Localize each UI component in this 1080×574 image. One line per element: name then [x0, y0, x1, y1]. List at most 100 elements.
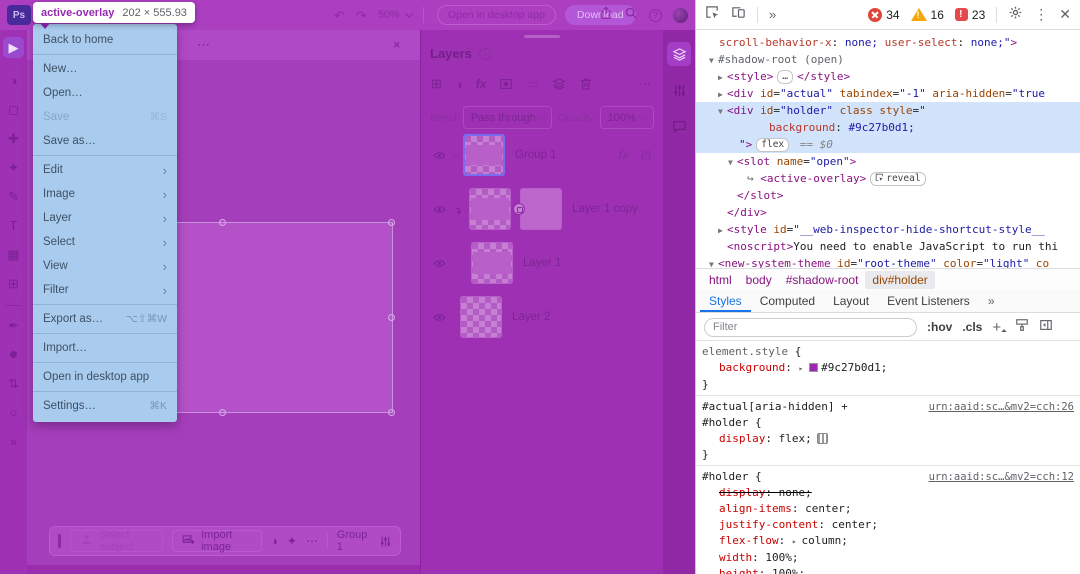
more-tabs-icon[interactable]: » [769, 7, 776, 22]
tab-layout[interactable]: Layout [824, 291, 878, 312]
fx-icon[interactable]: fx [618, 148, 629, 162]
zoom-control[interactable]: 50% [378, 9, 412, 21]
properties-sliders-icon[interactable] [379, 535, 392, 548]
css-declaration[interactable]: justify-content: center; [702, 517, 1074, 533]
chevd2-tool-icon[interactable]: » [3, 431, 24, 452]
magic-sparkle-icon[interactable]: ✦ [287, 534, 297, 548]
tab-more-icon[interactable]: ⋯ [197, 37, 210, 53]
flex-editor-icon[interactable] [817, 433, 828, 444]
flex-badge[interactable]: flex [756, 138, 789, 152]
colorfill-tool-icon[interactable]: ● [3, 344, 24, 365]
stylesheet-link[interactable]: urn:aaid:sc…&mv2=cch:12 [929, 469, 1074, 485]
layer-row[interactable]: Group 1fx [421, 128, 663, 182]
rule-selector[interactable]: element.style { [702, 344, 1074, 360]
breadcrumb-item[interactable]: body [739, 271, 779, 289]
menu-item-select[interactable]: Select› [33, 230, 177, 254]
rule-selector[interactable]: #holder { [702, 415, 1074, 431]
inspect-element-icon[interactable] [705, 5, 720, 25]
tab-computed[interactable]: Computed [751, 291, 824, 312]
search-icon[interactable] [624, 6, 638, 25]
dom-tree-line[interactable]: ">flex == $0 [696, 136, 1080, 153]
dom-tree-line[interactable]: ▼<new-system-theme id="root-theme" color… [696, 255, 1080, 268]
swap-tool-icon[interactable]: ⇅ [3, 373, 24, 394]
layer-thumbnail[interactable] [460, 296, 502, 338]
brush-tool-icon[interactable]: ✎ [3, 186, 24, 207]
color-swatch[interactable] [809, 363, 818, 372]
layer-thumbnail[interactable] [469, 188, 511, 230]
dom-tree-line[interactable]: ▼#shadow-root (open) [696, 51, 1080, 68]
avatar[interactable] [673, 8, 688, 23]
layer-row[interactable]: Layer 1 copy [421, 182, 663, 236]
tab-styles[interactable]: Styles [700, 291, 751, 312]
undo-icon[interactable]: ↶ [334, 9, 345, 22]
dom-tree-line[interactable]: <noscript>You need to enable JavaScript … [696, 238, 1080, 255]
adjustments-icon[interactable]: ◑ [271, 534, 278, 548]
menu-item-layer[interactable]: Layer› [33, 206, 177, 230]
more-tabs-icon[interactable]: » [979, 291, 1004, 312]
help-icon[interactable]: ? [649, 9, 662, 22]
info-icon[interactable]: i [479, 48, 491, 60]
toggle-pseudo-button[interactable]: :hov [927, 320, 952, 334]
heal-tool-icon[interactable]: ✚ [3, 128, 24, 149]
css-declaration[interactable]: align-items: center; [702, 501, 1074, 517]
redo-icon[interactable]: ↷ [356, 9, 367, 22]
filter-input[interactable] [704, 318, 917, 337]
menu-item-import[interactable]: Import… [33, 336, 177, 360]
device-toolbar-icon[interactable] [731, 5, 746, 25]
import-image-button[interactable]: Import image [172, 530, 262, 552]
dom-tree-line[interactable]: ▼<slot name="open"> [696, 153, 1080, 170]
menu-item-settings[interactable]: Settings…⌘K [33, 394, 177, 418]
dom-tree-line[interactable]: background: #9c27b0d1; [696, 119, 1080, 136]
warning-badge[interactable]: 16 [911, 8, 944, 22]
rule-selector[interactable]: #holder {urn:aaid:sc…&mv2=cch:12 [702, 469, 1074, 485]
stack-icon[interactable] [552, 77, 566, 91]
taskbar-grip[interactable] [58, 534, 61, 548]
gear-icon[interactable] [1008, 5, 1023, 25]
magic-tool-icon[interactable]: ✦ [3, 157, 24, 178]
fx-icon[interactable]: fx [476, 77, 487, 91]
tab-close-icon[interactable]: × [393, 37, 401, 52]
css-rule[interactable]: #holder {urn:aaid:sc…&mv2=cch:12display:… [696, 466, 1080, 574]
dots-badge[interactable]: … [777, 70, 793, 84]
menu-item-save-as[interactable]: Save as… [33, 129, 177, 153]
trash-icon[interactable] [579, 77, 593, 91]
css-declaration[interactable]: flex-flow: ▸ column; [702, 533, 1074, 550]
frame-icon[interactable]: ▭ [526, 76, 538, 92]
breadcrumb-item[interactable]: div#holder [865, 271, 934, 289]
dom-tree-line[interactable]: scroll-behavior-x: none; user-select: no… [696, 34, 1080, 51]
dom-tree-line[interactable]: ▶<div id="actual" tabindex="-1" aria-hid… [696, 85, 1080, 102]
blend-mode-select[interactable]: Pass through [463, 106, 552, 129]
move-tool-icon[interactable]: ▶ [3, 37, 24, 58]
picker-tool-icon[interactable]: ✒ [3, 315, 24, 336]
add-icon[interactable]: ⊞ [431, 76, 442, 92]
adjust-tool-icon[interactable]: ◑ [3, 70, 24, 91]
menu-item-image[interactable]: Image› [33, 182, 177, 206]
error-badge[interactable]: 34 [868, 8, 899, 22]
breadcrumb-item[interactable]: html [702, 271, 739, 289]
more-icon[interactable]: ⋯ [306, 534, 318, 548]
menu-item-open[interactable]: Open… [33, 81, 177, 105]
issues-badge[interactable]: 23 [955, 8, 985, 22]
css-declaration[interactable]: background: ▸ #9c27b0d1; [702, 360, 1074, 377]
layer-thumbnail[interactable] [463, 134, 505, 176]
close-icon[interactable]: ✕ [1059, 6, 1071, 23]
layer-row[interactable]: Layer 2 [421, 290, 663, 344]
dom-tree-line[interactable]: </slot> [696, 187, 1080, 204]
adjust-sliders-icon[interactable] [639, 148, 653, 162]
rendering-emulations-icon[interactable] [1015, 318, 1029, 337]
menu-item-filter[interactable]: Filter› [33, 278, 177, 302]
reveal-button[interactable]: reveal [870, 172, 925, 186]
dom-tree-line[interactable]: ↪ <active-overlay>reveal [696, 170, 1080, 187]
handle-top[interactable] [219, 219, 226, 226]
menu-item-open-in-desktop-app[interactable]: Open in desktop app [33, 365, 177, 389]
toggle-class-button[interactable]: .cls [962, 320, 982, 334]
stylesheet-link[interactable]: urn:aaid:sc…&mv2=cch:26 [929, 399, 1074, 415]
type-tool-icon[interactable]: T [3, 215, 24, 236]
eye-visibility-icon[interactable] [433, 311, 447, 324]
computed-sidebar-icon[interactable] [1039, 318, 1053, 337]
mask-icon[interactable] [499, 77, 513, 91]
panel-grip[interactable] [524, 35, 560, 38]
eye-visibility-icon[interactable] [433, 149, 447, 162]
kebab-menu-icon[interactable]: ⋮ [1034, 6, 1048, 23]
css-declaration[interactable]: display: none; [702, 485, 1074, 501]
